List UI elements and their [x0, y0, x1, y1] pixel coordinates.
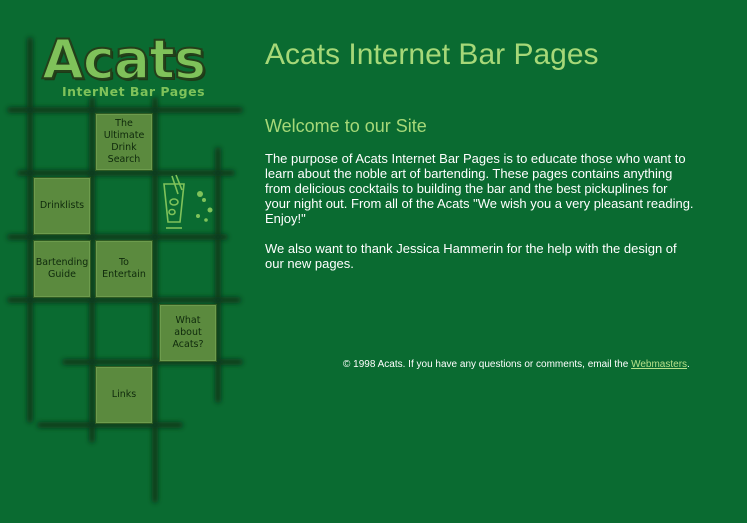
footer: © 1998 Acats. If you have any questions … [343, 359, 690, 370]
footer-text: © 1998 Acats. If you have any questions … [343, 359, 632, 370]
logo-tagline: InterNet Bar Pages [62, 84, 206, 99]
logo-wordmark: Acats [41, 28, 207, 91]
cocktail-glass-icon [163, 174, 213, 229]
nav-to-entertain[interactable]: To Entertain [95, 240, 153, 298]
nav-drinklists[interactable]: Drinklists [33, 177, 91, 235]
welcome-heading: Welcome to our Site [265, 116, 427, 136]
nav-what-about-acats[interactable]: What about Acats? [159, 304, 217, 362]
intro-paragraph: The purpose of Acats Internet Bar Pages … [265, 151, 694, 226]
nav-ultimate-drink-search[interactable]: The Ultimate Drink Search [95, 113, 153, 171]
nav-bartending-guide[interactable]: Bartending Guide [33, 240, 91, 298]
webmasters-link[interactable]: Webmasters [631, 359, 687, 370]
page-title: Acats Internet Bar Pages [265, 38, 599, 71]
nav-graphic: Acats InterNet Bar Pages The Ultimate Dr… [0, 0, 250, 523]
page: Acats InterNet Bar Pages The Ultimate Dr… [0, 0, 747, 523]
thanks-paragraph: We also want to thank Jessica Hammerin f… [265, 241, 677, 271]
footer-end: . [687, 359, 690, 370]
acats-logo[interactable]: Acats InterNet Bar Pages [40, 28, 230, 105]
nav-links[interactable]: Links [95, 366, 153, 424]
